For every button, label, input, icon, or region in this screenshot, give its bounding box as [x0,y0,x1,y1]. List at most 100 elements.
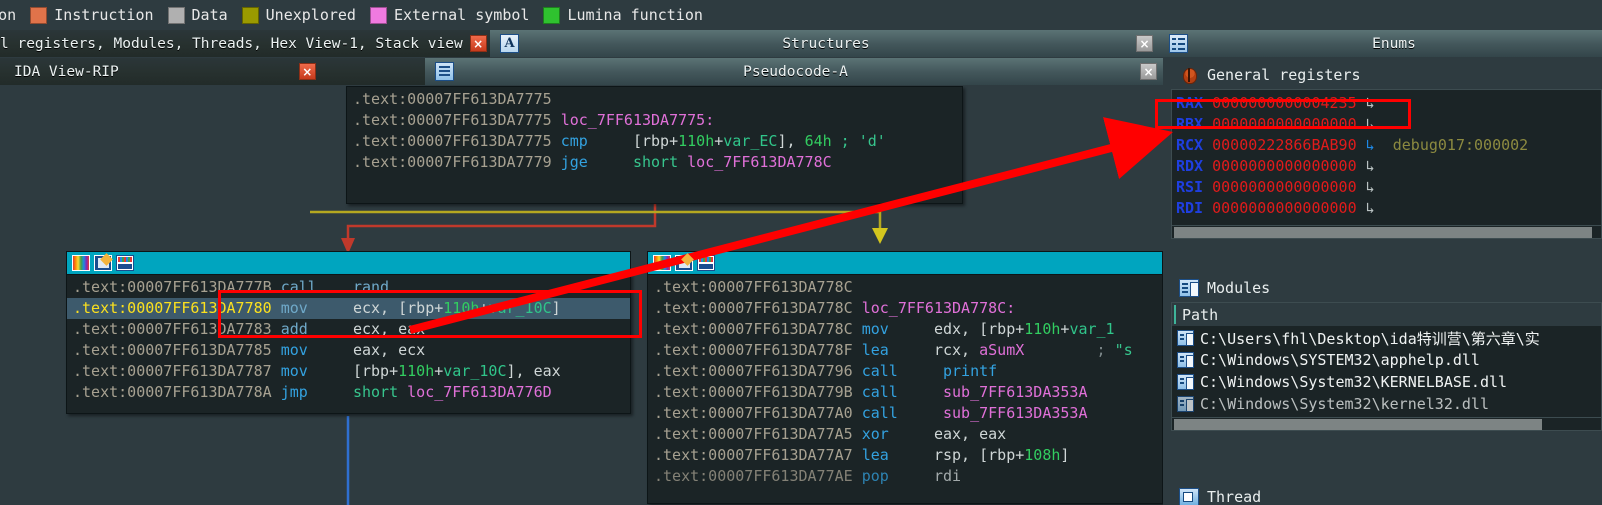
register-value[interactable]: 0000000000000000 [1212,157,1357,175]
follow-arrow-icon[interactable]: ↳ [1366,136,1375,154]
tab-debug-views[interactable]: l registers, Modules, Threads, Hex View-… [0,30,490,57]
asm-line[interactable]: .text:00007FF613DA7779 jge short loc_7FF… [347,152,962,173]
module-row[interactable]: C:\Windows\System32\KERNELBASE.dll [1172,371,1601,393]
asm-line[interactable]: .text:00007FF613DA7775 loc_7FF613DA7775: [347,110,962,131]
close-icon[interactable]: × [469,35,487,52]
asm-mnemonic: lea [861,341,889,359]
general-registers-panel: General registers RAX 0000000000004235 ↳… [1171,61,1602,239]
disassembly-graph-view[interactable]: .text:00007FF613DA7775 .text:00007FF613D… [0,86,1163,505]
tab-label: Structures [782,35,870,52]
asm-address: .text:00007FF613DA7775 [353,132,552,150]
color-palette-icon[interactable] [653,255,671,271]
tab-structures[interactable]: A Structures × [490,30,1159,57]
register-row-rcx[interactable]: RCX 00000222866BAB90 ↳ debug017:000002 [1176,135,1601,156]
asm-address: .text:00007FF613DA778A [73,383,272,401]
asm-mnemonic: mov [861,320,889,338]
register-value[interactable]: 0000000000000000 [1212,178,1357,196]
node-header[interactable] [66,251,631,274]
registers-list[interactable]: RAX 0000000000004235 ↳ RBX 0000000000000… [1172,90,1601,225]
asm-line[interactable]: .text:00007FF613DA778C [648,277,1162,298]
asm-line[interactable]: .text:00007FF613DA77A7 lea rsp, [rbp+108… [648,445,1162,466]
follow-arrow-icon[interactable]: ↳ [1366,94,1375,112]
asm-line[interactable]: .text:00007FF613DA77A5 xor eax, eax [648,424,1162,445]
asm-line[interactable]: .text:00007FF613DA7775 [347,89,962,110]
register-name: RAX [1176,94,1204,112]
asm-line[interactable]: .text:00007FF613DA777B call rand [67,277,630,298]
asm-line[interactable]: .text:00007FF613DA7787 mov [rbp+110h+var… [67,361,630,382]
registers-body[interactable]: RAX 0000000000004235 ↳ RBX 0000000000000… [1171,89,1602,239]
legend-item: nction [0,6,16,24]
graph-chart-icon[interactable] [116,255,134,271]
follow-arrow-icon[interactable]: ↳ [1366,178,1375,196]
asm-mnemonic: mov [280,362,308,380]
register-row-rbx[interactable]: RBX 0000000000000000 ↳ [1176,114,1601,135]
asm-line[interactable]: .text:00007FF613DA778C mov edx, [rbp+110… [648,319,1162,340]
panel-title-label: General registers [1207,66,1361,84]
tab-label: IDA View-RIP [14,63,119,80]
module-row[interactable]: C:\Windows\System32\kernel32.dll [1172,393,1601,415]
registers-hscrollbar[interactable] [1172,225,1601,238]
register-value[interactable]: 0000000000000000 [1212,199,1357,217]
asm-mnemonic: call [861,362,898,380]
asm-mnemonic: call [280,278,317,296]
register-value[interactable]: 0000000000004235 [1212,94,1357,112]
scrollbar-thumb[interactable] [1174,419,1542,430]
module-row[interactable]: C:\Windows\SYSTEM32\apphelp.dll [1172,349,1601,371]
asm-line[interactable]: .text:00007FF613DA77A0 call sub_7FF613DA… [648,403,1162,424]
tab-ida-view-rip[interactable]: IDA View-RIP × [0,58,425,85]
graph-chart-icon[interactable] [697,255,715,271]
edit-pencil-icon[interactable] [94,255,112,271]
tab-pseudocode-a[interactable]: Pseudocode-A × [425,58,1163,85]
asm-mnemonic: pop [861,467,889,485]
modules-list[interactable]: C:\Users\fhl\Desktop\ida特训营\第六章\实 C:\Win… [1172,327,1601,417]
asm-line[interactable]: .text:00007FF613DA77AE pop rdi [648,466,1162,487]
follow-arrow-icon[interactable]: ↳ [1366,115,1375,133]
asm-mnemonic: call [861,404,898,422]
close-icon[interactable]: × [1136,35,1153,52]
modules-body[interactable]: Path C:\Users\fhl\Desktop\ida特训营\第六章\实 C… [1171,302,1602,431]
asm-line[interactable]: .text:00007FF613DA7796 call printf [648,361,1162,382]
graph-node-exit[interactable]: .text:00007FF613DA778C .text:00007FF613D… [647,251,1163,504]
register-row-rax[interactable]: RAX 0000000000004235 ↳ [1176,93,1601,114]
register-row-rdi[interactable]: RDI 0000000000000000 ↳ [1176,198,1601,219]
asm-line[interactable]: .text:00007FF613DA7775 cmp [rbp+110h+var… [347,131,962,152]
asm-address: .text:00007FF613DA7783 [73,320,272,338]
graph-node-loop-body[interactable]: .text:00007FF613DA777B call rand .text:0… [66,251,631,414]
asm-line-current[interactable]: .text:00007FF613DA7780 mov ecx, [rbp+110… [67,298,630,319]
close-icon[interactable]: × [1140,63,1157,80]
legend-item-label: External symbol [393,6,530,24]
modules-hscrollbar[interactable] [1172,417,1601,430]
legend-item-label: Unexplored [265,6,356,24]
asm-line[interactable]: .text:00007FF613DA779B call sub_7FF613DA… [648,382,1162,403]
ida-pro-window: nction Instruction Data Unexplored Exter… [0,0,1602,505]
follow-arrow-icon[interactable]: ↳ [1366,157,1375,175]
panel-title-modules: Modules [1171,274,1602,302]
register-value[interactable]: 00000222866BAB90 [1212,136,1357,154]
asm-line[interactable]: .text:00007FF613DA7785 mov eax, ecx [67,340,630,361]
register-row-rsi[interactable]: RSI 0000000000000000 ↳ [1176,177,1601,198]
modules-icon [1179,279,1199,297]
follow-arrow-icon[interactable]: ↳ [1366,199,1375,217]
asm-address: .text:00007FF613DA779B [654,383,853,401]
asm-mnemonic: cmp [560,132,588,150]
asm-line[interactable]: .text:00007FF613DA7783 add ecx, eax [67,319,630,340]
register-value[interactable]: 0000000000000000 [1212,115,1357,133]
graph-node-cmp[interactable]: .text:00007FF613DA7775 .text:00007FF613D… [346,86,963,204]
letter-a-icon: A [500,34,519,53]
edit-pencil-icon[interactable] [675,255,693,271]
asm-address: .text:00007FF613DA77A5 [654,425,853,443]
node-header[interactable] [647,251,1163,274]
modules-column-header-path[interactable]: Path [1172,303,1601,327]
asm-line[interactable]: .text:00007FF613DA778A jmp short loc_7FF… [67,382,630,403]
legend-item-external-symbol: External symbol [369,6,530,24]
register-row-rdx[interactable]: RDX 0000000000000000 ↳ [1176,156,1601,177]
tab-enums[interactable]: Enums [1159,30,1602,57]
module-row[interactable]: C:\Users\fhl\Desktop\ida特训营\第六章\实 [1172,327,1601,349]
asm-line[interactable]: .text:00007FF613DA778F lea rcx, aSumX ; … [648,340,1162,361]
color-palette-icon[interactable] [72,255,90,271]
asm-line[interactable]: .text:00007FF613DA778C loc_7FF613DA778C: [648,298,1162,319]
node-body: .text:00007FF613DA7775 .text:00007FF613D… [346,86,963,204]
scrollbar-thumb[interactable] [1174,227,1592,238]
close-icon[interactable]: × [298,63,316,80]
module-icon [1177,374,1194,390]
